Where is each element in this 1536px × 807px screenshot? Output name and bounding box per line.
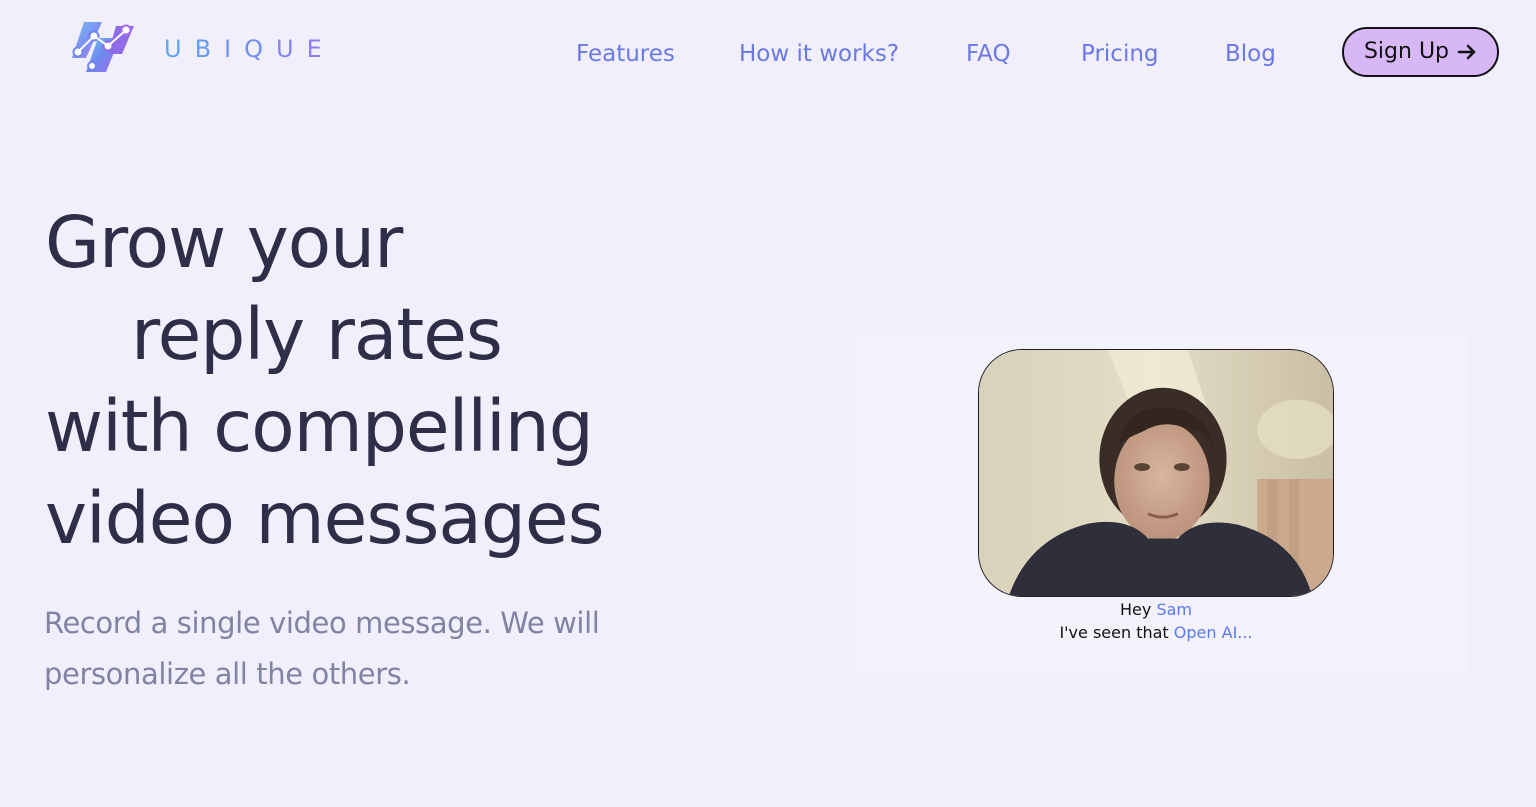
- nav-link-features[interactable]: Features: [576, 38, 675, 70]
- brand-logo[interactable]: UBIQUE: [68, 16, 322, 80]
- sign-up-label: Sign Up: [1363, 39, 1450, 64]
- arrow-right-icon: [1457, 44, 1476, 60]
- brand-wordmark: UBIQUE: [164, 35, 335, 63]
- hero-title-line: reply rates: [131, 293, 503, 376]
- nav-link-how-it-works[interactable]: How it works?: [739, 38, 899, 70]
- hero-title-line: video messages: [45, 477, 605, 560]
- presenter-video-image: [979, 350, 1333, 596]
- nav-link-blog[interactable]: Blog: [1225, 38, 1276, 70]
- caption-name: Sam: [1156, 600, 1192, 619]
- caption-greeting: Hey: [1120, 600, 1152, 619]
- hero-subtitle: Record a single video message. We will p…: [44, 606, 600, 691]
- video-caption: Hey Sam I've seen that Open AI...: [978, 598, 1334, 644]
- video-player[interactable]: [978, 349, 1334, 597]
- caption-company: Open AI...: [1173, 623, 1253, 642]
- sign-up-button[interactable]: Sign Up: [1342, 27, 1499, 77]
- nav-link-faq[interactable]: FAQ: [966, 38, 1011, 70]
- caption-line-2: I've seen that Open AI...: [978, 621, 1334, 644]
- logo-icon: [72, 22, 134, 72]
- hero-title-line: with compelling: [45, 385, 594, 468]
- nav-link-pricing[interactable]: Pricing: [1081, 38, 1159, 70]
- caption-line-1: Hey Sam: [978, 598, 1334, 621]
- hero-title: Grow your reply rates with compelling vi…: [45, 197, 605, 565]
- caption-phrase: I've seen that: [1059, 623, 1169, 642]
- hero-title-line: Grow your: [45, 201, 403, 284]
